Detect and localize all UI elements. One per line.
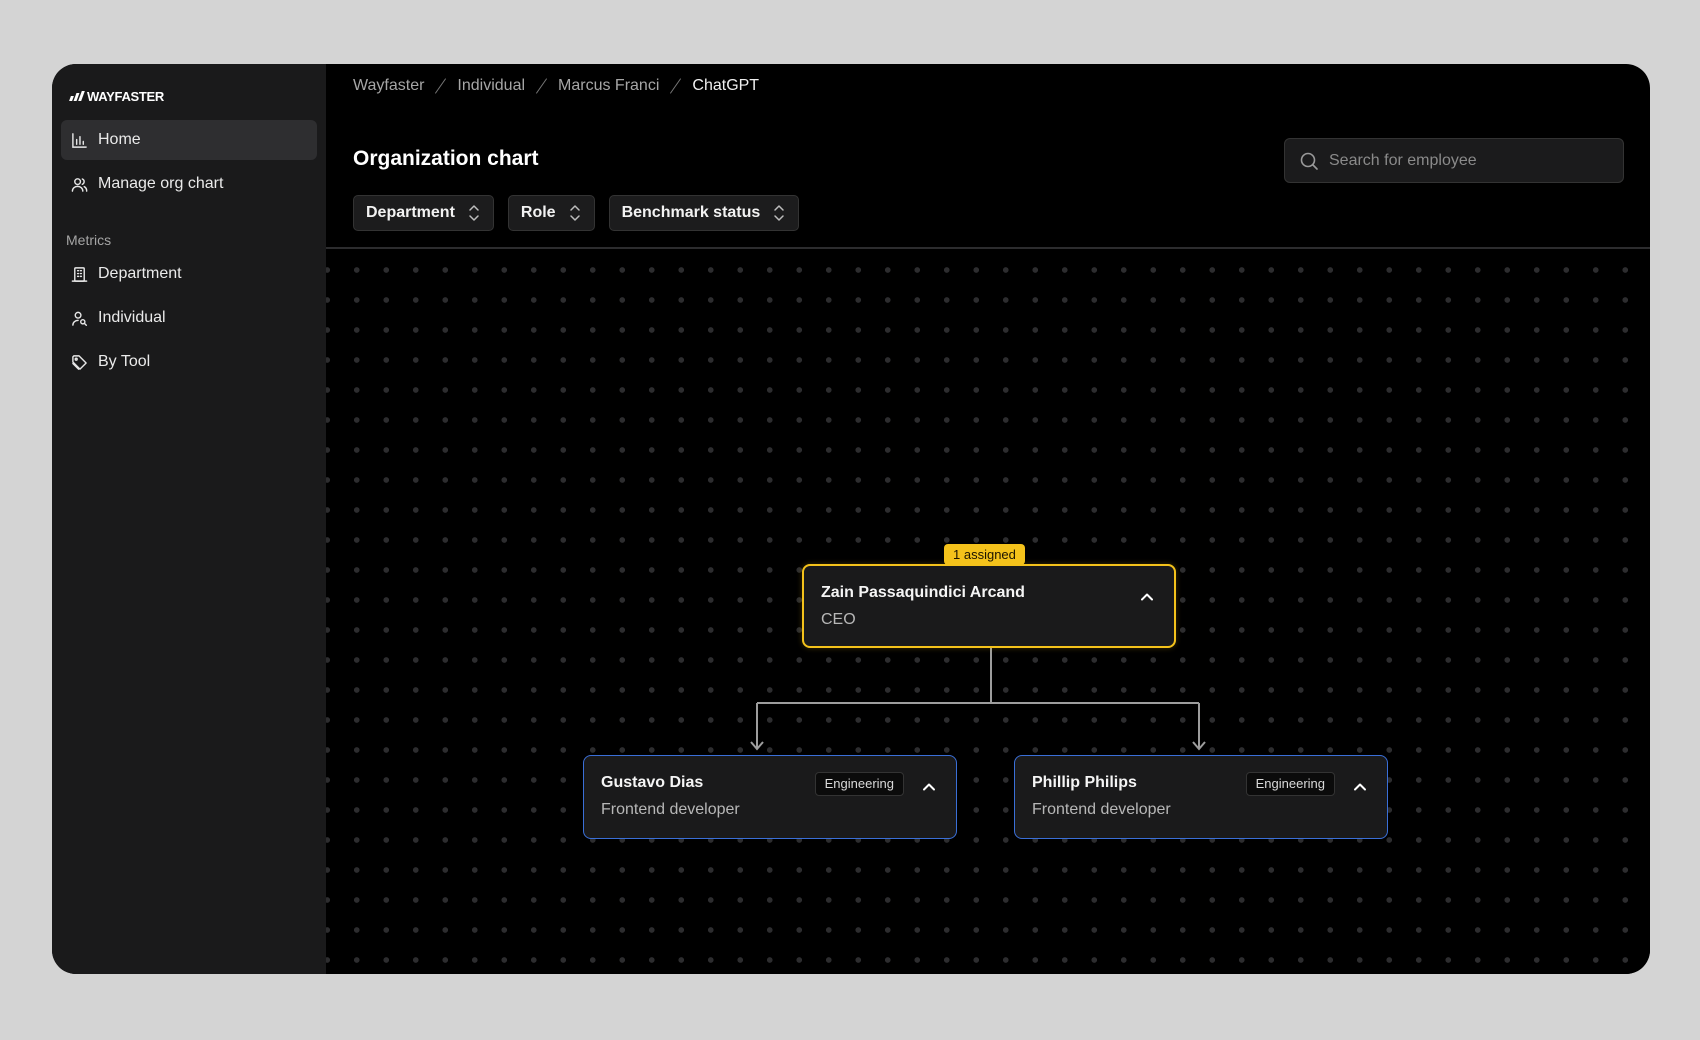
bar-chart-icon (72, 132, 87, 148)
role-filter[interactable]: Role (507, 195, 595, 231)
breadcrumb-item[interactable]: Wayfaster (353, 77, 424, 95)
org-node-employee[interactable]: Phillip Philips Frontend developer Engin… (1014, 755, 1388, 839)
breadcrumb-separator (535, 78, 548, 94)
employee-role: Frontend developer (1032, 801, 1171, 818)
sidebar-item-by-tool[interactable]: By Tool (61, 342, 317, 382)
breadcrumb-separator (670, 78, 682, 94)
breadcrumb-item[interactable]: Individual (457, 77, 525, 95)
filter-bar: Department Role Benchmark status (353, 195, 800, 231)
sidebar-item-label: By Tool (98, 353, 151, 370)
brand-logo[interactable]: WAYFASTER (61, 82, 317, 116)
search-input[interactable] (1329, 151, 1609, 170)
department-badge: Engineering (1245, 772, 1335, 796)
sidebar: WAYFASTER Home Manage org chart Metrics … (52, 64, 326, 974)
chevron-up-icon[interactable] (1351, 778, 1369, 796)
chevron-up-icon[interactable] (1138, 588, 1156, 606)
tag-icon (72, 354, 87, 370)
employee-name: Zain Passaquindici Arcand (821, 584, 1025, 601)
department-filter[interactable]: Department (353, 195, 494, 231)
chevron-up-down-icon (569, 205, 580, 221)
page-title: Organization chart (353, 147, 539, 170)
sidebar-item-label: Home (98, 131, 141, 148)
chevron-up-down-icon (774, 205, 785, 221)
filter-label: Role (520, 204, 556, 221)
search-icon (1300, 152, 1318, 170)
sidebar-item-individual[interactable]: Individual (61, 298, 317, 338)
metrics-section-label: Metrics (66, 232, 112, 248)
sidebar-item-department[interactable]: Department (61, 254, 317, 294)
sidebar-item-label: Individual (98, 309, 166, 326)
filter-label: Department (366, 204, 455, 221)
chevron-up-icon[interactable] (920, 778, 938, 796)
search-box[interactable] (1284, 138, 1624, 183)
department-badge: Engineering (814, 772, 904, 796)
sidebar-item-manage-org-chart[interactable]: Manage org chart (61, 164, 317, 204)
employee-role: Frontend developer (601, 801, 740, 818)
users-icon (71, 177, 88, 192)
chevron-up-down-icon (469, 205, 479, 221)
logo-mark-icon (69, 91, 85, 101)
user-search-icon (72, 311, 88, 326)
breadcrumb: Wayfaster Individual Marcus Franci ChatG… (353, 77, 759, 95)
breadcrumb-current: ChatGPT (692, 77, 760, 94)
assigned-badge: 1 assigned (944, 544, 1025, 565)
employee-role: CEO (821, 611, 856, 628)
filter-label: Benchmark status (621, 204, 761, 221)
sidebar-item-label: Department (98, 265, 182, 282)
breadcrumb-separator (435, 78, 447, 94)
org-node-employee[interactable]: Gustavo Dias Frontend developer Engineer… (583, 755, 957, 839)
benchmark-status-filter[interactable]: Benchmark status (608, 195, 800, 231)
main-content: Wayfaster Individual Marcus Franci ChatG… (326, 64, 1650, 974)
sidebar-item-home[interactable]: Home (61, 120, 317, 160)
building-icon (71, 266, 88, 282)
breadcrumb-item[interactable]: Marcus Franci (558, 77, 659, 95)
brand-name: WAYFASTER (87, 88, 165, 104)
org-node-ceo[interactable]: Zain Passaquindici Arcand CEO (802, 564, 1176, 648)
sidebar-item-label: Manage org chart (98, 175, 224, 192)
